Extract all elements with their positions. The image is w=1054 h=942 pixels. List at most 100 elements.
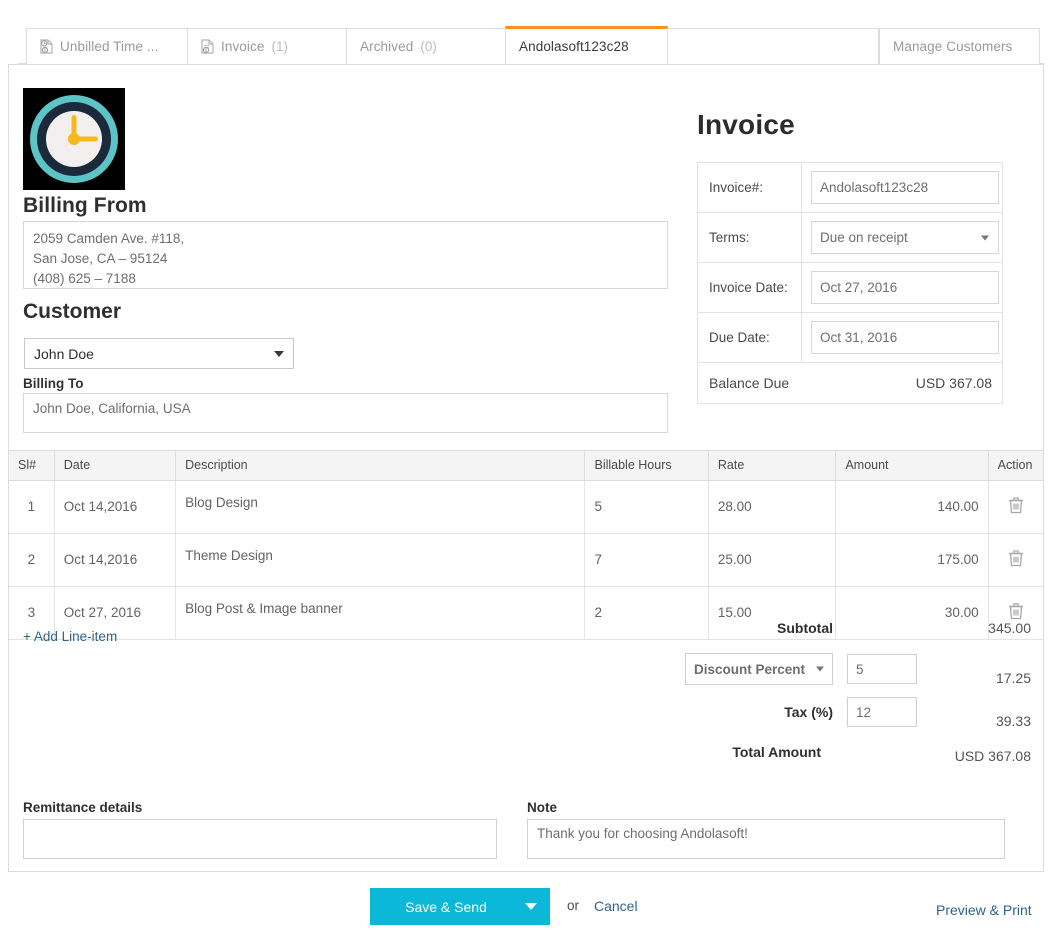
tab-spacer <box>667 28 879 64</box>
tab-label: Invoice <box>221 39 265 54</box>
tab-invoice[interactable]: $ Invoice (1) <box>187 28 347 64</box>
cell-billable-hours[interactable]: 5 <box>584 480 709 534</box>
tab-unbilled-time[interactable]: $ Unbilled Time ... <box>26 28 188 64</box>
line-items-table-wrap: Sl# Date Description Billable Hours Rate… <box>9 450 1043 640</box>
due-date-row: Due Date: <box>698 313 1002 363</box>
chevron-down-icon <box>274 350 284 357</box>
subtotal-value: 345.00 <box>988 620 1031 636</box>
discount-type-value: Discount Percent <box>694 661 806 677</box>
cell-action <box>988 480 1043 534</box>
or-separator: or <box>567 898 580 913</box>
tab-archived[interactable]: Archived (0) <box>346 28 506 64</box>
subtotal-row: Subtotal 345.00 <box>443 620 1043 636</box>
terms-select-value: Due on receipt <box>820 230 908 245</box>
invoice-date-row: Invoice Date: <box>698 263 1002 313</box>
invoice-meta-table: Invoice#: Terms: Due on receipt Invoice … <box>697 162 1003 404</box>
cell-billable-hours[interactable]: 7 <box>584 533 709 587</box>
due-date-label: Due Date: <box>698 313 802 362</box>
col-date: Date <box>54 451 177 481</box>
due-date-input[interactable] <box>811 321 999 354</box>
invoice-number-field-cell <box>802 163 1002 212</box>
balance-due-row: Balance Due USD 367.08 <box>698 363 1002 404</box>
col-description: Description <box>175 451 586 481</box>
document-dollar-icon: $ <box>201 39 214 54</box>
chevron-down-icon <box>981 235 989 240</box>
chevron-down-icon <box>525 903 537 910</box>
cell-action <box>988 533 1043 587</box>
discount-value: 17.25 <box>995 670 1031 686</box>
tax-input-cell <box>847 697 925 727</box>
add-line-item-link[interactable]: + Add Line-item <box>23 629 117 644</box>
tax-value: 39.33 <box>995 713 1031 729</box>
tab-andolasoft123c28[interactable]: Andolasoft123c28 <box>505 26 668 64</box>
tab-label: Unbilled Time ... <box>60 39 159 54</box>
line-items-table: Sl# Date Description Billable Hours Rate… <box>9 451 1043 640</box>
note-label: Note <box>527 800 557 815</box>
remittance-textarea[interactable] <box>23 819 497 859</box>
total-amount-value: USD 367.08 <box>954 748 1031 764</box>
trash-icon[interactable] <box>1008 496 1024 514</box>
terms-row: Terms: Due on receipt <box>698 213 1002 263</box>
cell-date[interactable]: Oct 14,2016 <box>54 533 177 587</box>
trash-icon[interactable] <box>1008 549 1024 567</box>
discount-type-select[interactable]: Discount Percent <box>685 653 833 685</box>
cell-sl: 2 <box>9 533 55 587</box>
description-text: Theme Design <box>185 548 273 563</box>
tax-row: Tax (%) 39.33 <box>443 695 1043 729</box>
clock-logo-graphic <box>30 95 118 183</box>
invoice-editor-page: $ Unbilled Time ... $ Invoice (1) Archiv… <box>0 0 1054 942</box>
invoice-number-input[interactable] <box>811 171 999 204</box>
tab-label: Andolasoft123c28 <box>519 39 629 54</box>
table-header-row: Sl# Date Description Billable Hours Rate… <box>9 451 1043 481</box>
balance-due-value: USD 367.08 <box>915 375 992 391</box>
discount-row: Discount Percent 17.25 <box>443 652 1043 686</box>
invoice-card: Billing From Customer John Doe Billing T… <box>8 64 1044 872</box>
cell-description[interactable]: Theme Design <box>175 533 586 587</box>
clock-logo <box>23 88 125 190</box>
tab-count: (1) <box>271 39 288 54</box>
tab-bar: $ Unbilled Time ... $ Invoice (1) Archiv… <box>0 14 1054 64</box>
invoice-date-input[interactable] <box>811 271 999 304</box>
customer-select-value: John Doe <box>34 345 94 362</box>
subtotal-label: Subtotal <box>777 620 833 636</box>
action-bar: Save & Send or Cancel Preview & Print <box>0 884 1054 942</box>
invoice-number-row: Invoice#: <box>698 163 1002 213</box>
tab-manage-customers[interactable]: Manage Customers <box>879 28 1040 64</box>
save-button-label: Save & Send <box>405 898 487 915</box>
col-amount: Amount <box>835 451 989 481</box>
col-sl: Sl# <box>9 451 55 481</box>
table-row: 2 Oct 14,2016 Theme Design 7 25.00 175.0… <box>9 533 1043 587</box>
billing-to-label: Billing To <box>23 376 84 391</box>
tab-count: (0) <box>420 39 437 54</box>
col-rate: Rate <box>708 451 837 481</box>
tax-label: Tax (%) <box>784 704 833 720</box>
due-date-field-cell <box>802 313 1002 362</box>
cell-description[interactable]: Blog Design <box>175 480 586 534</box>
invoice-date-label: Invoice Date: <box>698 263 802 312</box>
save-and-send-button[interactable]: Save & Send <box>370 888 550 925</box>
trash-icon[interactable] <box>1008 602 1024 620</box>
terms-select[interactable]: Due on receipt <box>811 221 999 254</box>
save-dropdown-toggle[interactable] <box>512 903 550 910</box>
billing-to-textarea[interactable] <box>23 393 668 433</box>
preview-and-print-link[interactable]: Preview & Print <box>936 902 1032 918</box>
cell-date[interactable]: Oct 14,2016 <box>54 480 177 534</box>
tax-input[interactable] <box>847 697 917 727</box>
cell-rate[interactable]: 28.00 <box>708 480 837 534</box>
page-title: Invoice <box>697 109 795 140</box>
cell-sl: 1 <box>9 480 55 534</box>
description-text: Blog Design <box>185 495 258 510</box>
cell-amount: 175.00 <box>835 533 989 587</box>
terms-field-cell: Due on receipt <box>802 213 1002 262</box>
cell-rate[interactable]: 25.00 <box>708 533 837 587</box>
discount-input[interactable] <box>847 654 917 684</box>
tab-label: Archived <box>360 39 414 54</box>
billing-from-textarea[interactable] <box>23 221 668 289</box>
cancel-link[interactable]: Cancel <box>594 898 638 914</box>
note-textarea[interactable] <box>527 819 1005 859</box>
terms-label: Terms: <box>698 213 802 262</box>
customer-select[interactable]: John Doe <box>24 338 294 369</box>
cell-amount: 140.00 <box>835 480 989 534</box>
tab-label: Manage Customers <box>893 39 1013 54</box>
col-action: Action <box>988 451 1043 481</box>
